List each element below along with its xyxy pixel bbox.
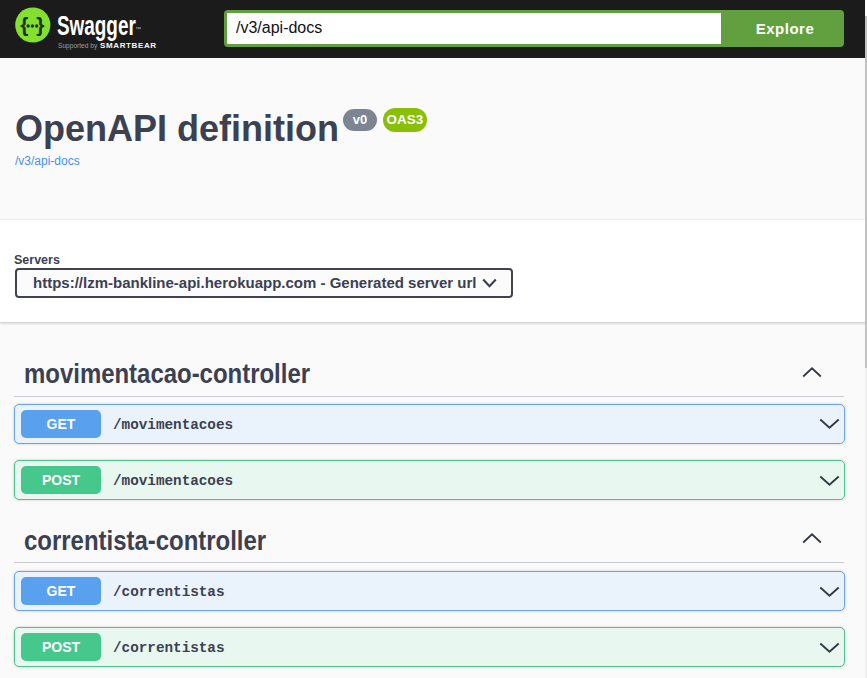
svg-text:{: { xyxy=(20,13,28,36)
svg-text:}: } xyxy=(36,13,44,36)
